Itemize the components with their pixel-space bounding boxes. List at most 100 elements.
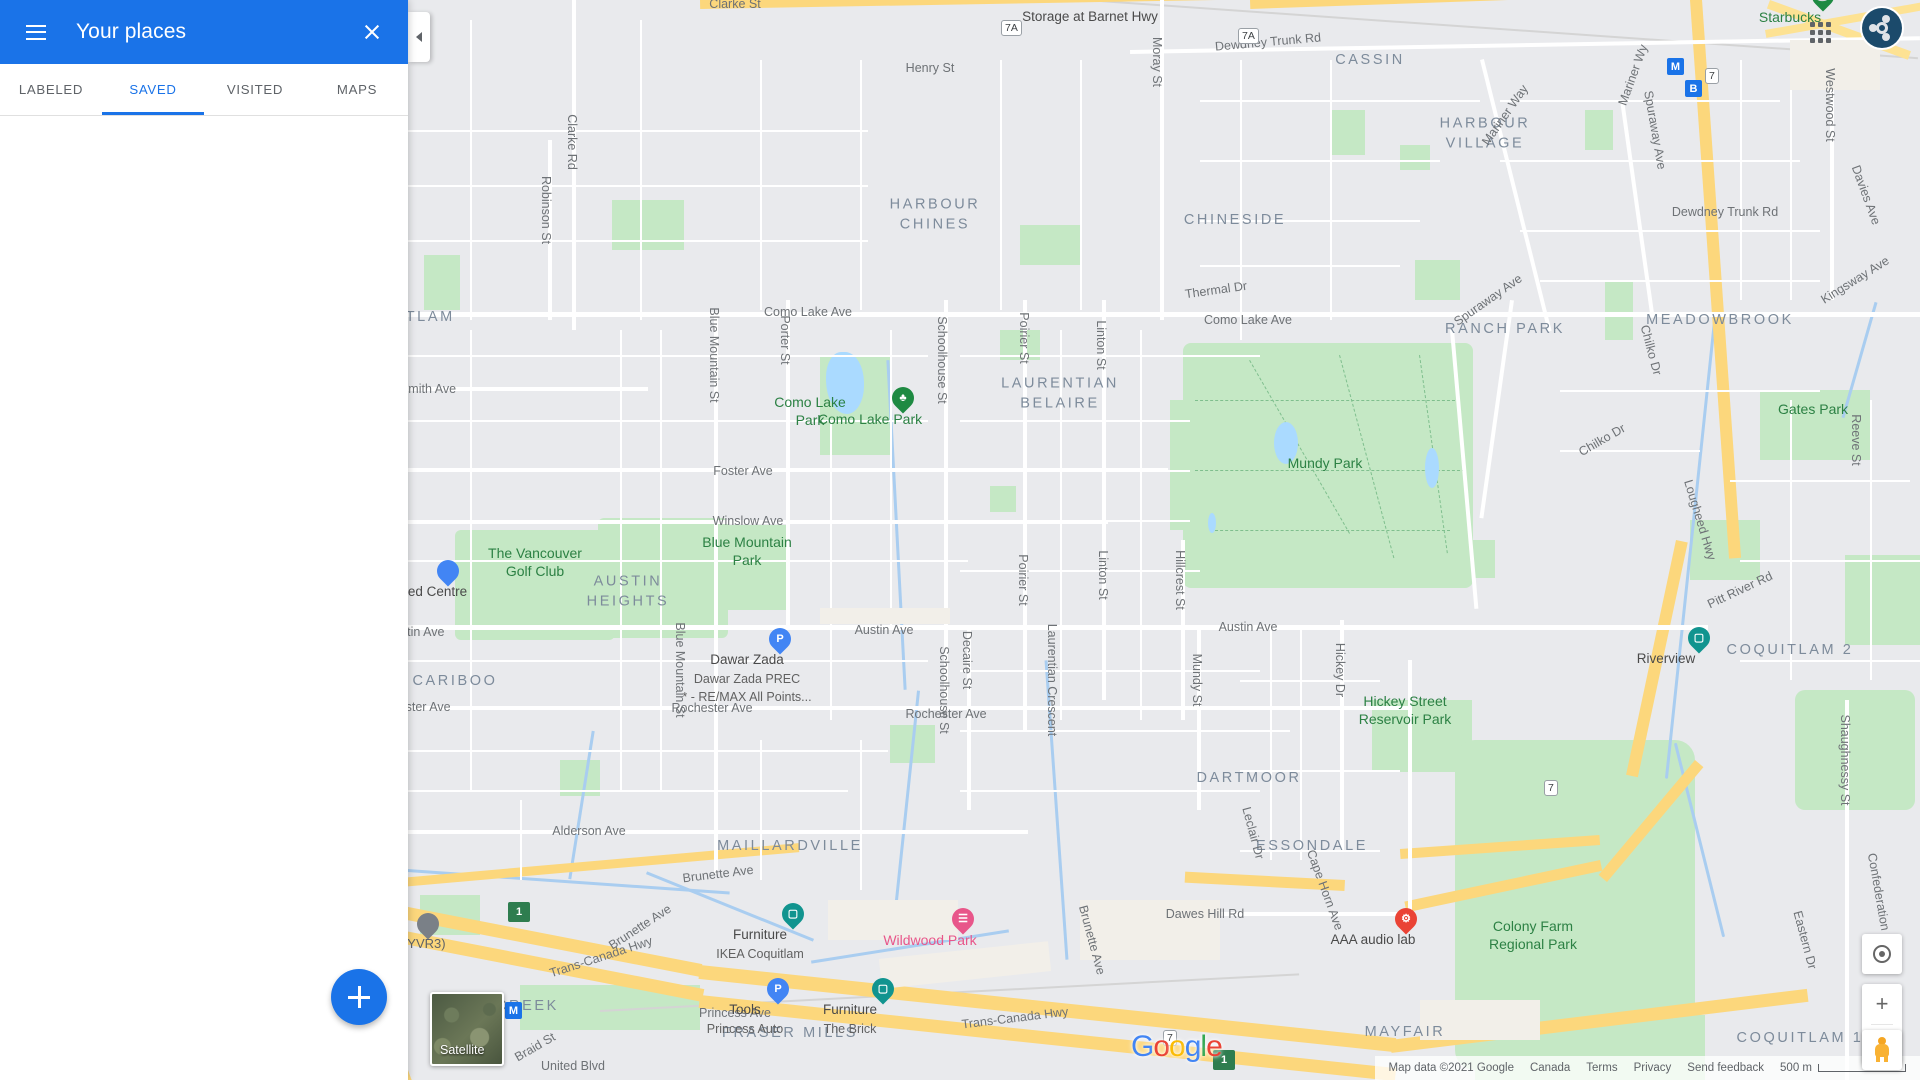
neighborhood-label: DARTMOOR [1196, 770, 1302, 786]
road-minor [1080, 60, 1082, 310]
tab-saved[interactable]: Saved [102, 64, 204, 115]
highway-shield: 1 [508, 902, 530, 922]
road-minor [1200, 220, 1420, 222]
road-minor [1200, 160, 1440, 162]
road-minor [1300, 630, 1302, 860]
hamburger-menu-icon [26, 24, 46, 40]
road-minor [1790, 400, 1792, 680]
poi-label[interactable]: Dawar Zada Dawar Zada PREC * - RE/MAX All … [682, 650, 811, 706]
logo-letter-e: e [1206, 1030, 1223, 1063]
tab-label: Labeled [18, 82, 84, 97]
map-pin-teal[interactable]: ▢ [867, 973, 899, 1008]
grid-dot [1809, 21, 1815, 27]
road-alderson-ave [408, 830, 1028, 834]
water-mundy-lake3 [1208, 513, 1216, 533]
pegman-icon [1873, 1037, 1891, 1063]
transit-station-marker[interactable]: B [1685, 80, 1702, 97]
map-data-credit: Map data ©2021 Google [1388, 1062, 1514, 1074]
road-linton-st [1102, 300, 1106, 700]
map-pin-teal[interactable]: ▢ [1683, 622, 1715, 657]
satellite-layer-toggle[interactable]: Satellite [430, 992, 504, 1066]
park-area-misc2 [1020, 225, 1080, 265]
road-minor [1870, 400, 1872, 680]
my-location-button[interactable] [1862, 934, 1902, 974]
ubuntu-account-avatar[interactable] [1862, 8, 1902, 48]
road-minor [1240, 770, 1400, 772]
ubuntu-logo-icon [1869, 15, 1895, 41]
pin-glyph: ▢ [787, 907, 799, 920]
map-pin-green-park[interactable]: ♣ [887, 382, 919, 417]
map-pin-grey[interactable] [412, 908, 444, 943]
google-apps-grid-icon[interactable] [1798, 10, 1842, 54]
road-minor [660, 330, 662, 790]
road-minor [1500, 100, 1780, 102]
street-label: Spuraway Ave [1451, 271, 1525, 329]
map-attribution-bar: Map data ©2021 Google Canada Terms Priva… [1374, 1056, 1920, 1080]
poi-label[interactable]: Storage at Barnet Hwy [1022, 7, 1158, 27]
map-pin-red[interactable]: ⚙ [1390, 903, 1422, 938]
terms-link[interactable]: Terms [1586, 1062, 1617, 1074]
road-minor [830, 420, 832, 720]
road-minor [470, 330, 472, 790]
water-como-lake [826, 352, 864, 414]
tab-label: Saved [129, 82, 177, 97]
privacy-link[interactable]: Privacy [1634, 1062, 1672, 1074]
street-label: Davies Ave [1848, 163, 1884, 227]
park-area-bluemtn [695, 525, 790, 610]
grid-dot [1817, 29, 1823, 35]
road-minor [860, 60, 862, 310]
tab-visited[interactable]: Visited [204, 64, 306, 115]
poi-label[interactable]: Riverview [1637, 649, 1696, 669]
map-pin-blue-p[interactable]: P [764, 623, 796, 658]
park-area-misc11 [1455, 540, 1495, 578]
pin-glyph: ☕ [1812, 0, 1834, 5]
map-pin-teal[interactable]: ▢ [777, 898, 809, 933]
panel-tabs: Labeled Saved Visited Maps [0, 64, 408, 116]
tab-maps[interactable]: Maps [306, 64, 408, 115]
add-new-list-button[interactable] [331, 969, 387, 1025]
road-rochester-ave [408, 706, 1408, 710]
pin-glyph: P [774, 982, 782, 995]
street-label: Chilko Dr [1637, 323, 1665, 377]
road-hillcrest-st [1181, 540, 1185, 720]
highway-shield: 7A [1238, 28, 1259, 44]
close-panel-button[interactable] [350, 10, 394, 54]
street-view-pegman-button[interactable] [1862, 1030, 1902, 1070]
transit-station-marker[interactable]: M [1667, 58, 1684, 75]
road-minor [960, 520, 1190, 522]
road-minor [960, 355, 1260, 357]
pin-glyph [437, 562, 459, 580]
poi-title: Riverview [1636, 651, 1696, 666]
logo-letter-g1: G [1131, 1030, 1154, 1063]
park-area-misc17 [1795, 690, 1915, 810]
tab-labeled[interactable]: Labeled [0, 64, 102, 115]
road-schoolhouse-st [944, 300, 948, 700]
road-austin-ave [408, 625, 1708, 630]
road-decaire-st [967, 630, 971, 810]
logo-letter-o1: o [1153, 1030, 1170, 1063]
zoom-in-button[interactable]: + [1862, 984, 1902, 1024]
collapse-panel-button[interactable] [408, 12, 430, 62]
pin-glyph [417, 915, 439, 933]
road-robinson-st [548, 140, 552, 320]
pin-glyph: ▢ [1693, 631, 1705, 644]
road-porter-st [786, 300, 790, 630]
send-feedback-link[interactable]: Send feedback [1687, 1062, 1764, 1074]
transit-station-marker[interactable]: M [505, 1002, 522, 1019]
hamburger-menu-button[interactable] [14, 10, 58, 54]
map-pin-blue-p[interactable]: P [762, 973, 794, 1008]
google-maps-app: CASSIN HARBOUR VILLAGE CHINESIDE HARBOUR CHIN… [0, 0, 1920, 1080]
tab-label: Visited [226, 82, 284, 97]
satellite-toggle-label: Satellite [440, 1043, 485, 1057]
road-minor [1500, 160, 1800, 162]
google-logo: Google [1131, 1030, 1223, 1064]
highway-shield: 7 [1705, 68, 1719, 84]
road-minor [1240, 60, 1242, 340]
country-link[interactable]: Canada [1530, 1062, 1570, 1074]
grid-dot [1817, 21, 1823, 27]
road-minor [1060, 330, 1062, 720]
saved-places-list[interactable] [0, 116, 408, 1080]
road-minor [1330, 60, 1332, 320]
map-pin-blue[interactable] [432, 555, 464, 590]
map-pin-pink-hotel[interactable]: ☰ [947, 903, 979, 938]
